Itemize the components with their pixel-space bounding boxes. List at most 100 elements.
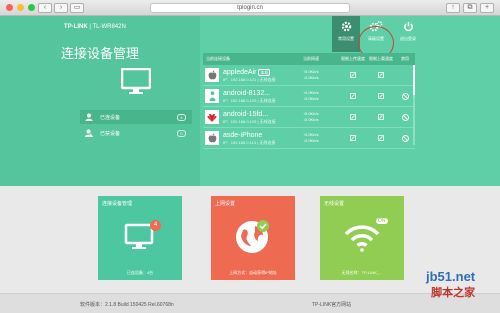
monitor-icon [120, 67, 152, 100]
limit-download-edit-icon[interactable] [367, 93, 395, 99]
disable-device-icon[interactable] [395, 113, 415, 121]
brand-logo: TP-LINK [64, 24, 88, 30]
brand: TP-LINK | TL-WR842N [64, 24, 126, 30]
card-title: 连接设备管理 [102, 201, 133, 207]
device-ip: IP：192.168.0.121 | 无线连接 [223, 76, 276, 82]
browser-nav: ‹ › ▭ [38, 3, 84, 13]
huawei-logo-icon [205, 110, 219, 124]
rate-cell: ↑0.0Kb/s ↓0.0Kb/s [303, 111, 339, 123]
share-icon[interactable]: ↑ [446, 3, 460, 13]
sidebar-toggle-icon[interactable]: ▭ [70, 3, 84, 13]
wifi-icon [344, 225, 380, 252]
disable-device-icon[interactable] [395, 92, 415, 100]
gear-icon [332, 21, 360, 32]
limit-upload-edit-icon[interactable] [339, 93, 367, 99]
browser-actions: ↑ ⧉ + [446, 3, 494, 13]
sidebar-item-connected[interactable]: 已连设备 4 [80, 110, 192, 124]
this-device-tag: 本机 [258, 68, 271, 76]
toolbar-label: 常用设置 [338, 36, 354, 41]
card-title: 无线设置 [324, 201, 345, 207]
user-icon [84, 112, 94, 122]
power-icon [394, 21, 422, 32]
card-title: 上网设置 [215, 201, 236, 207]
device-ip: IP：192.168.0.113 | 无线连接 [223, 139, 276, 145]
limit-download-edit-icon[interactable] [367, 135, 395, 141]
device-info: android-8132... IP：192.168.0.103 | 无线连接 [223, 90, 276, 103]
sidebar-item-label: 已连设备 [100, 114, 121, 121]
device-info: appledeAir 本机 IP：192.168.0.121 | 无线连接 [223, 68, 276, 82]
left-panel: TP-LINK | TL-WR842N 连接设备管理 已连设备 4 已禁设备 0 [0, 16, 200, 186]
browser-toolbar: ‹ › ▭ tplogin.cn ↑ ⧉ + [0, 0, 500, 16]
minimize-window-button[interactable] [17, 4, 24, 11]
back-icon[interactable]: ‹ [38, 3, 52, 13]
limit-upload-edit-icon[interactable] [339, 72, 367, 78]
table-scrollbar-thumb[interactable] [413, 65, 415, 95]
table-row: appledeAir 本机 IP：192.168.0.121 | 无线连接 ↑0.… [203, 65, 415, 86]
table-header: 当前连接设备 当前网速 限制上传速度 限制上载速度 禁用 [203, 53, 415, 65]
phone-icon [205, 89, 219, 103]
wifi-on-badge: ON [376, 218, 388, 224]
router-model: TL-WR842N [92, 24, 126, 30]
limit-download-edit-icon[interactable] [367, 114, 395, 120]
globe-icon [236, 220, 269, 253]
main-panel: TP-LINK | TL-WR842N 连接设备管理 已连设备 4 已禁设备 0 [0, 16, 500, 186]
limit-upload-edit-icon[interactable] [339, 114, 367, 120]
footer: 软件版本：2.1.8 Build 150425 Rel.60768n TP-LI… [0, 293, 500, 313]
device-name: appledeAir 本机 [223, 68, 276, 77]
col-limit-up: 限制上传速度 [341, 56, 365, 61]
table-row: asde-iPhone IP：192.168.0.113 | 无线连接 ↑0.0… [203, 128, 415, 149]
address-bar[interactable]: tplogin.cn [150, 3, 350, 13]
watermark-domain: jb51.net [426, 269, 476, 284]
watermark: jb51.net 脚本之家 [426, 269, 475, 300]
device-cell: android-15fd... IP：192.168.0.125 | 无线连接 [203, 110, 303, 124]
device-ip: IP：192.168.0.125 | 无线连接 [223, 118, 276, 124]
forward-icon[interactable]: › [54, 3, 68, 13]
sidebar-item-blocked[interactable]: 已禁设备 0 [80, 126, 192, 140]
new-tab-icon[interactable]: + [480, 3, 494, 13]
tabs-icon[interactable]: ⧉ [463, 3, 477, 13]
official-site-link[interactable]: TP-LINK官方网站 [312, 301, 351, 308]
device-name: asde-iPhone [223, 131, 263, 139]
table-row: android-15fd... IP：192.168.0.125 | 无线连接 … [203, 107, 415, 128]
col-disable: 禁用 [401, 56, 409, 61]
blocked-count-badge: 0 [177, 129, 186, 137]
col-rate: 当前网速 [303, 56, 319, 61]
device-name: android-15fd... [223, 110, 269, 118]
card-footer: 已连设备：4台 [126, 270, 154, 275]
disable-device-icon[interactable] [395, 134, 415, 142]
device-count-badge: 4 [150, 220, 161, 231]
internet-settings-card[interactable]: 上网设置 上网方式：自动获得IP地址 [211, 196, 295, 280]
apple-icon [205, 131, 219, 145]
page-title: 连接设备管理 [60, 46, 139, 61]
device-table: 当前连接设备 当前网速 限制上传速度 限制上载速度 禁用 appledeAir 本… [203, 53, 415, 149]
maximize-window-button[interactable] [28, 4, 35, 11]
limit-upload-edit-icon[interactable] [339, 135, 367, 141]
watermark-sitename: 脚本之家 [431, 287, 476, 299]
window-controls [6, 4, 35, 11]
col-device: 当前连接设备 [206, 56, 230, 61]
device-cell: appledeAir 本机 IP：192.168.0.121 | 无线连接 [203, 68, 303, 82]
device-ip: IP：192.168.0.103 | 无线连接 [223, 97, 276, 103]
card-footer: 上网方式：自动获得IP地址 [229, 270, 277, 275]
download-rate: ↓0.0Kb/s [303, 138, 319, 143]
apple-icon [205, 68, 219, 82]
sidebar-item-label: 已禁设备 [100, 130, 121, 137]
toolbar-label: 退出登录 [400, 36, 416, 41]
download-rate: ↓0.0Kb/s [303, 117, 319, 122]
connected-count-badge: 4 [177, 113, 186, 121]
wireless-settings-card[interactable]: 无线设置 ON 无线名称：TP-LINK_... [320, 196, 404, 280]
limit-download-edit-icon[interactable] [367, 72, 395, 78]
download-rate: ↓0.0Kb/s [303, 75, 319, 80]
download-rate: ↓0.0Kb/s [303, 96, 319, 101]
firmware-version: 软件版本：2.1.8 Build 150425 Rel.60768n [80, 302, 174, 308]
device-management-card[interactable]: 连接设备管理 4 已连设备：4台 [98, 196, 182, 280]
rate-cell: ↑0.0Kb/s ↓0.0Kb/s [303, 69, 339, 81]
common-settings-button[interactable]: 常用设置 [332, 16, 360, 52]
device-name-text: appledeAir [223, 68, 257, 76]
device-cell: asde-iPhone IP：192.168.0.113 | 无线连接 [203, 131, 303, 145]
logout-button[interactable]: 退出登录 [394, 16, 422, 52]
blocked-user-icon [84, 128, 94, 138]
rate-cell: ↑0.0Kb/s ↓0.0Kb/s [303, 132, 339, 144]
close-window-button[interactable] [6, 4, 13, 11]
col-limit-down: 限制上载速度 [369, 56, 393, 61]
